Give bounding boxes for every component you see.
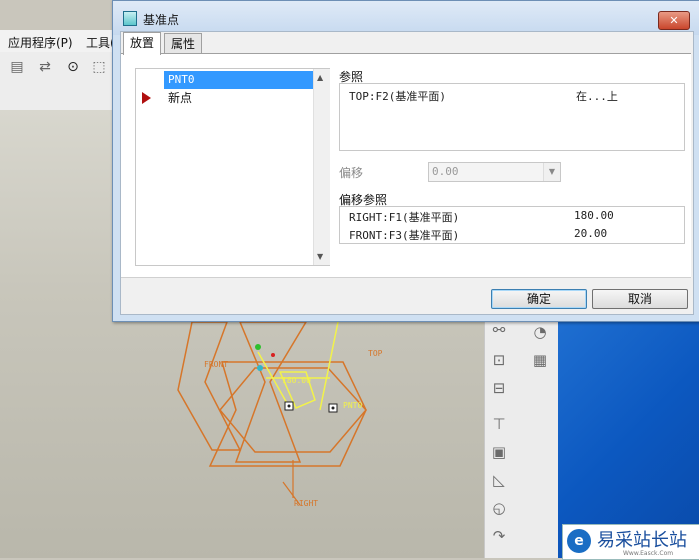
chevron-down-icon: ▼ (543, 163, 560, 181)
current-item-arrow-icon (142, 92, 151, 104)
round-icon[interactable]: ◵ (489, 498, 509, 518)
watermark-logo-icon: e (567, 529, 591, 553)
extrude-icon[interactable]: ⊤ (489, 414, 509, 434)
scroll-up-icon[interactable]: ▲ (317, 73, 323, 82)
button-separator (121, 277, 691, 278)
point-listbox[interactable]: PNT0 新点 ▲ ▼ (135, 68, 330, 266)
reference-table[interactable]: TOP:F2(基准平面) 在...上 (339, 83, 685, 151)
desktop-background (558, 318, 699, 558)
watermark-subtext: Www.Easck.Com (623, 550, 674, 557)
offset-ref-row2-value[interactable]: 20.00 (574, 227, 607, 240)
dialog-window-icon (123, 11, 137, 26)
select-box-icon[interactable]: ⬚ (90, 58, 108, 76)
dialog-client-area: 放置 属性 PNT0 新点 ▲ ▼ 参照 TOP:F2(基准平面) 在...上 … (120, 31, 694, 315)
watermark-text: 易采站长站 (597, 530, 687, 551)
offset-reference-table[interactable]: RIGHT:F1(基准平面) 180.00 FRONT:F3(基准平面) 20.… (339, 206, 685, 244)
hole-icon[interactable]: ⊟ (489, 378, 509, 398)
draft-icon[interactable]: ◺ (489, 470, 509, 490)
grid-icon[interactable]: ▦ (530, 350, 550, 370)
offset-ref-row1-value[interactable]: 180.00 (574, 209, 614, 222)
point-list-item-pnt0[interactable]: PNT0 (164, 71, 316, 89)
regenerate-icon[interactable]: ⇄ (36, 58, 54, 76)
binoculars-icon[interactable]: ⊙ (64, 58, 82, 76)
right-toolbar: ⚯ ◔ ⊡ ▦ ⊟ ⊤ ▣ ◺ ◵ ↷ (484, 318, 559, 558)
pnt0-label: PNT0 (343, 401, 362, 410)
watermark-logo: e 易采站长站 Www.Easck.Com (562, 524, 699, 560)
close-button[interactable]: ✕ (658, 11, 690, 30)
right-plane-label: RIGHT (294, 499, 318, 508)
app-toolbar: ▤ ⇄ ⊙ ⬚ (0, 52, 115, 111)
tab-properties[interactable]: 属性 (164, 33, 203, 54)
offset-ref-row1-name[interactable]: RIGHT:F1(基准平面) (349, 209, 459, 225)
cancel-button[interactable]: 取消 (592, 289, 688, 309)
dialog-title: 基准点 (143, 13, 180, 27)
shell-icon[interactable]: ▣ (489, 442, 509, 462)
tab-placement[interactable]: 放置 (123, 32, 162, 55)
scroll-down-icon[interactable]: ▼ (317, 252, 323, 261)
paste-icon[interactable]: ▤ (8, 58, 26, 76)
sweep-icon[interactable]: ↷ (489, 526, 509, 546)
ok-button[interactable]: 确定 (491, 289, 587, 309)
app-menubar: 应用程序(P) 工具( (0, 30, 115, 53)
front-plane-label: FRONT (204, 360, 228, 369)
offset-value: 0.00 (432, 165, 459, 178)
top-plane-label: TOP (368, 349, 383, 358)
placement-tab-panel: PNT0 新点 ▲ ▼ 参照 TOP:F2(基准平面) 在...上 偏移 0.0… (121, 53, 691, 278)
point-list-item-new[interactable]: 新点 (164, 89, 316, 107)
reference-row-name[interactable]: TOP:F2(基准平面) (349, 88, 446, 104)
datum-axis-icon[interactable]: ⚯ (489, 320, 509, 340)
csys-icon[interactable]: ◔ (530, 322, 550, 342)
datum-point-dialog: 基准点 ✕ 放置 属性 PNT0 新点 ▲ ▼ 参照 TOP:F2(基准平面) … (112, 0, 699, 322)
sketch-icon[interactable]: ⊡ (489, 350, 509, 370)
menu-tools[interactable]: 工具( (86, 34, 115, 51)
menu-applications[interactable]: 应用程序(P) (8, 34, 73, 51)
dialog-titlebar[interactable]: 基准点 ✕ (113, 1, 699, 35)
list-scrollbar[interactable]: ▲ ▼ (313, 69, 330, 265)
offset-ref-row2-name[interactable]: FRONT:F3(基准平面) (349, 227, 459, 243)
offset-label: 偏移 (339, 166, 364, 180)
reference-row-constraint[interactable]: 在...上 (576, 88, 618, 104)
offset-dropdown: 0.00 ▼ (428, 162, 561, 182)
dimension-label: 180.00 (282, 376, 311, 385)
